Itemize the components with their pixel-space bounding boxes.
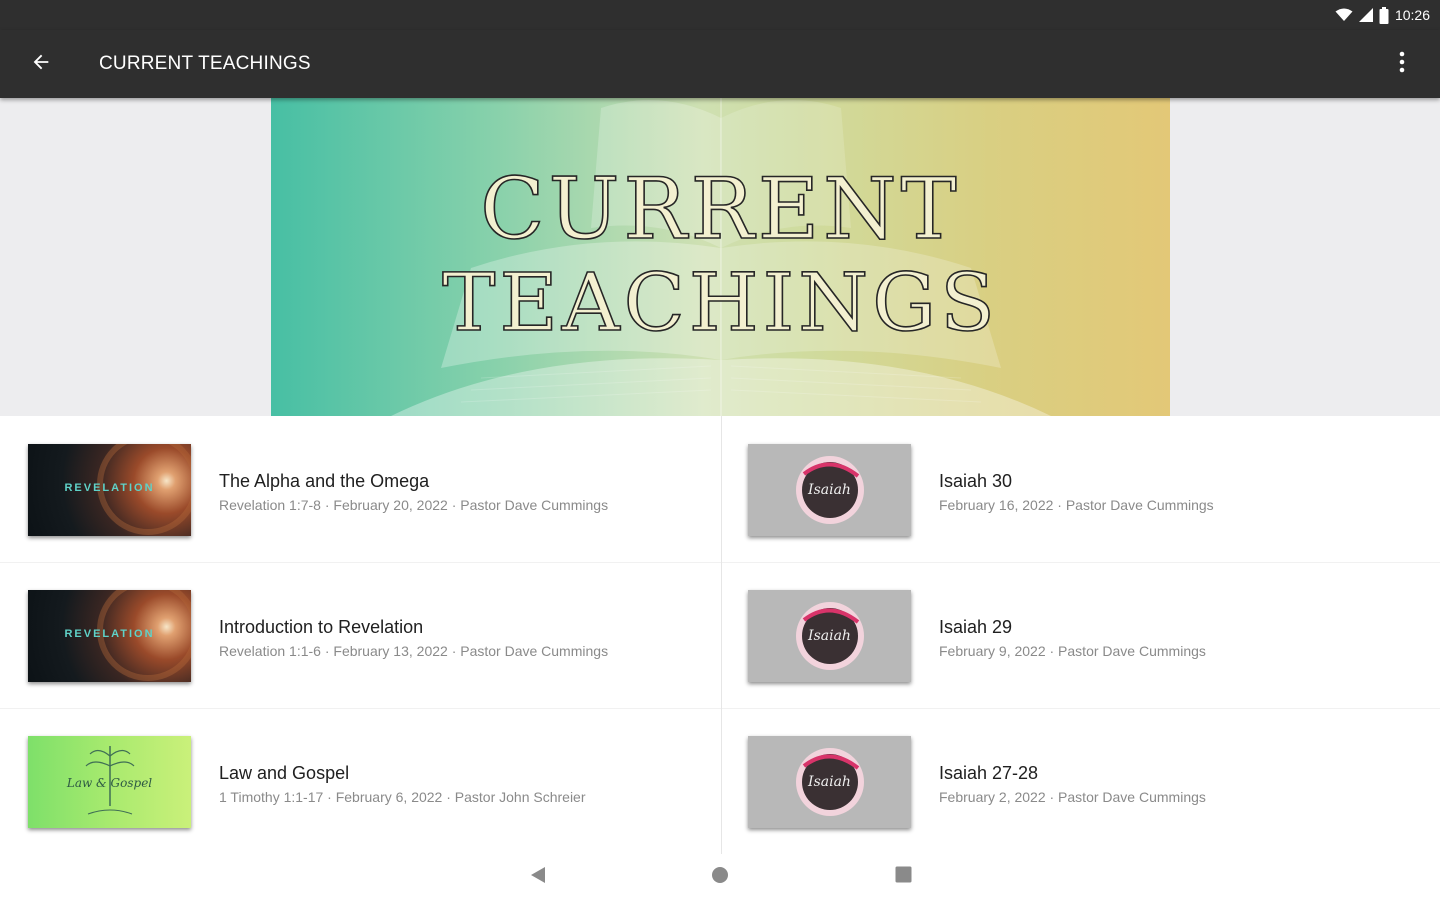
isaiah-thumbnail: Isaiah: [748, 590, 911, 682]
teaching-subtitle: February 2, 2022 · Pastor Dave Cummings: [939, 789, 1206, 805]
hero-banner: CURRENT TEACHINGS: [271, 98, 1170, 416]
thumbnail-text: REVELATION: [64, 482, 155, 494]
list-item[interactable]: Law & Gospel Law and Gospel 1 Timothy 1:…: [0, 708, 720, 854]
thumbnail-text: Isaiah: [808, 628, 851, 644]
nav-recents-button[interactable]: [888, 862, 918, 892]
isaiah-thumbnail: Isaiah: [748, 736, 911, 828]
revelation-thumbnail: REVELATION: [28, 444, 191, 536]
square-recents-icon: [895, 866, 912, 888]
list-item[interactable]: Isaiah Isaiah 27-28 February 2, 2022 · P…: [720, 708, 1440, 854]
list-item[interactable]: REVELATION The Alpha and the Omega Revel…: [0, 416, 720, 562]
teaching-title: Isaiah 27-28: [939, 763, 1039, 783]
hero-banner-area: CURRENT TEACHINGS: [0, 98, 1440, 416]
teaching-subtitle: Revelation 1:7-8 · February 20, 2022 · P…: [219, 497, 609, 513]
thumbnail-text: Isaiah: [808, 482, 851, 498]
wifi-icon: [1335, 8, 1353, 22]
isaiah-thumbnail: Isaiah: [748, 444, 911, 536]
hero-title-line-1: CURRENT: [479, 159, 961, 259]
thumbnail-text: Law & Gospel: [66, 776, 153, 790]
teaching-title: The Alpha and the Omega: [219, 471, 430, 491]
status-bar: 10:26: [0, 0, 1440, 30]
page-title: CURRENT TEACHINGS: [99, 53, 311, 74]
battery-icon: [1379, 6, 1389, 24]
thumbnail-text: Isaiah: [808, 774, 851, 790]
nav-home-button[interactable]: [705, 862, 735, 892]
law-gospel-thumbnail: Law & Gospel: [28, 736, 191, 828]
signal-icon: [1358, 8, 1373, 22]
teaching-subtitle: February 9, 2022 · Pastor Dave Cummings: [939, 643, 1206, 659]
triangle-back-icon: [530, 866, 546, 889]
teaching-title: Introduction to Revelation: [219, 617, 424, 637]
teaching-subtitle: 1 Timothy 1:1-17 · February 6, 2022 · Pa…: [219, 789, 586, 805]
teaching-title: Isaiah 30: [939, 471, 1013, 491]
revelation-thumbnail: REVELATION: [28, 590, 191, 682]
back-button[interactable]: [21, 44, 61, 84]
thumbnail-text: REVELATION: [64, 628, 155, 640]
teaching-subtitle: February 16, 2022 · Pastor Dave Cummings: [939, 497, 1214, 513]
teaching-subtitle: Revelation 1:1-6 · February 13, 2022 · P…: [219, 643, 609, 659]
list-item[interactable]: Isaiah Isaiah 30 February 16, 2022 · Pas…: [720, 416, 1440, 562]
teaching-title: Law and Gospel: [219, 763, 350, 783]
list-item[interactable]: Isaiah Isaiah 29 February 9, 2022 · Past…: [720, 562, 1440, 708]
nav-back-button[interactable]: [523, 862, 553, 892]
list-item[interactable]: REVELATION Introduction to Revelation Re…: [0, 562, 720, 708]
arrow-left-icon: [30, 51, 52, 78]
app-bar: CURRENT TEACHINGS: [0, 30, 1440, 98]
hero-title-line-2: TEACHINGS: [441, 255, 999, 350]
column-divider: [721, 416, 722, 854]
system-nav-bar: [0, 854, 1440, 900]
more-vert-icon: [1399, 51, 1405, 78]
teachings-list: REVELATION The Alpha and the Omega Revel…: [0, 416, 1440, 854]
teaching-title: Isaiah 29: [939, 617, 1013, 637]
overflow-menu-button[interactable]: [1382, 44, 1422, 84]
status-time: 10:26: [1394, 7, 1430, 23]
circle-home-icon: [711, 866, 729, 889]
